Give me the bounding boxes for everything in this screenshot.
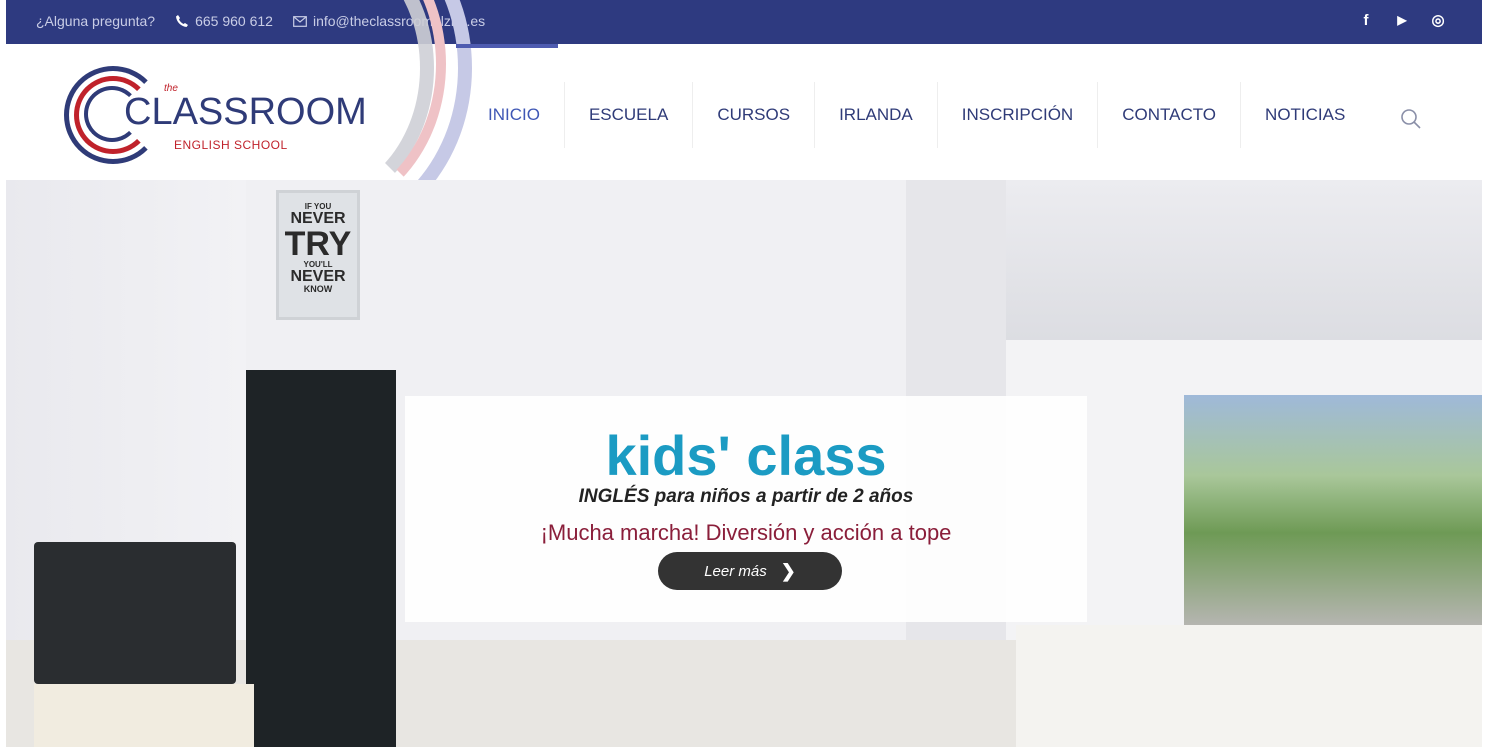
photo-black-panel: [246, 370, 396, 747]
slide-caption: kids' class INGLÉS para niños a partir d…: [405, 396, 1087, 622]
nav-item-noticias[interactable]: NOTICIAS: [1241, 82, 1369, 148]
nav-item-irlanda[interactable]: IRLANDA: [815, 82, 938, 148]
page: ¿Alguna pregunta? 665 960 612 info@thecl…: [6, 0, 1482, 747]
site-logo[interactable]: the CLASSROOM ENGLISH SCHOOL: [64, 66, 367, 164]
nav-item-inicio[interactable]: INICIO: [464, 82, 565, 148]
photo-table: [1016, 625, 1482, 747]
youtube-icon[interactable]: ▶: [1394, 13, 1410, 27]
slide-title: kids' class: [605, 424, 887, 487]
read-more-button[interactable]: Leer más ❯: [658, 552, 842, 590]
chevron-right-icon: ❯: [780, 560, 796, 581]
photo-ceiling-right: [1006, 180, 1482, 340]
photo-window: [1184, 395, 1482, 625]
poster-line: TRY: [284, 225, 352, 263]
question-text: ¿Alguna pregunta?: [36, 13, 156, 29]
read-more-label: Leer más: [704, 562, 767, 580]
nav-item-contacto[interactable]: CONTACTO: [1098, 82, 1242, 148]
poster-line: NEVER: [290, 268, 346, 285]
main-nav: INICIO ESCUELA CURSOS IRLANDA INSCRIPCIÓ…: [464, 82, 1369, 148]
active-indicator: [456, 44, 558, 48]
photo-shelf: [34, 684, 254, 747]
search-icon[interactable]: [1400, 108, 1422, 130]
logo-wordmark: CLASSROOM: [124, 91, 367, 133]
motivational-poster: IF YOU NEVER TRY YOU'LL NEVER KNOW: [276, 190, 360, 320]
site-header: the CLASSROOM ENGLISH SCHOOL INICIO ESCU…: [6, 0, 1482, 242]
hero-slider: IF YOU NEVER TRY YOU'LL NEVER KNOW kids'…: [6, 180, 1482, 747]
slide-tagline: ¡Mucha marcha! Diversión y acción a tope: [540, 520, 952, 545]
photo-drawers: [34, 542, 236, 684]
nav-item-escuela[interactable]: ESCUELA: [565, 82, 694, 148]
nav-item-inscripcion[interactable]: INSCRIPCIÓN: [938, 82, 1099, 148]
slide-subtitle: INGLÉS para niños a partir de 2 años: [578, 486, 914, 507]
poster-line: KNOW: [303, 284, 333, 294]
logo-subtitle: ENGLISH SCHOOL: [174, 138, 288, 152]
nav-item-cursos[interactable]: CURSOS: [693, 82, 816, 148]
social-links: f ▶ ◎: [1358, 11, 1446, 30]
instagram-icon[interactable]: ◎: [1430, 11, 1446, 29]
facebook-icon[interactable]: f: [1358, 12, 1374, 29]
